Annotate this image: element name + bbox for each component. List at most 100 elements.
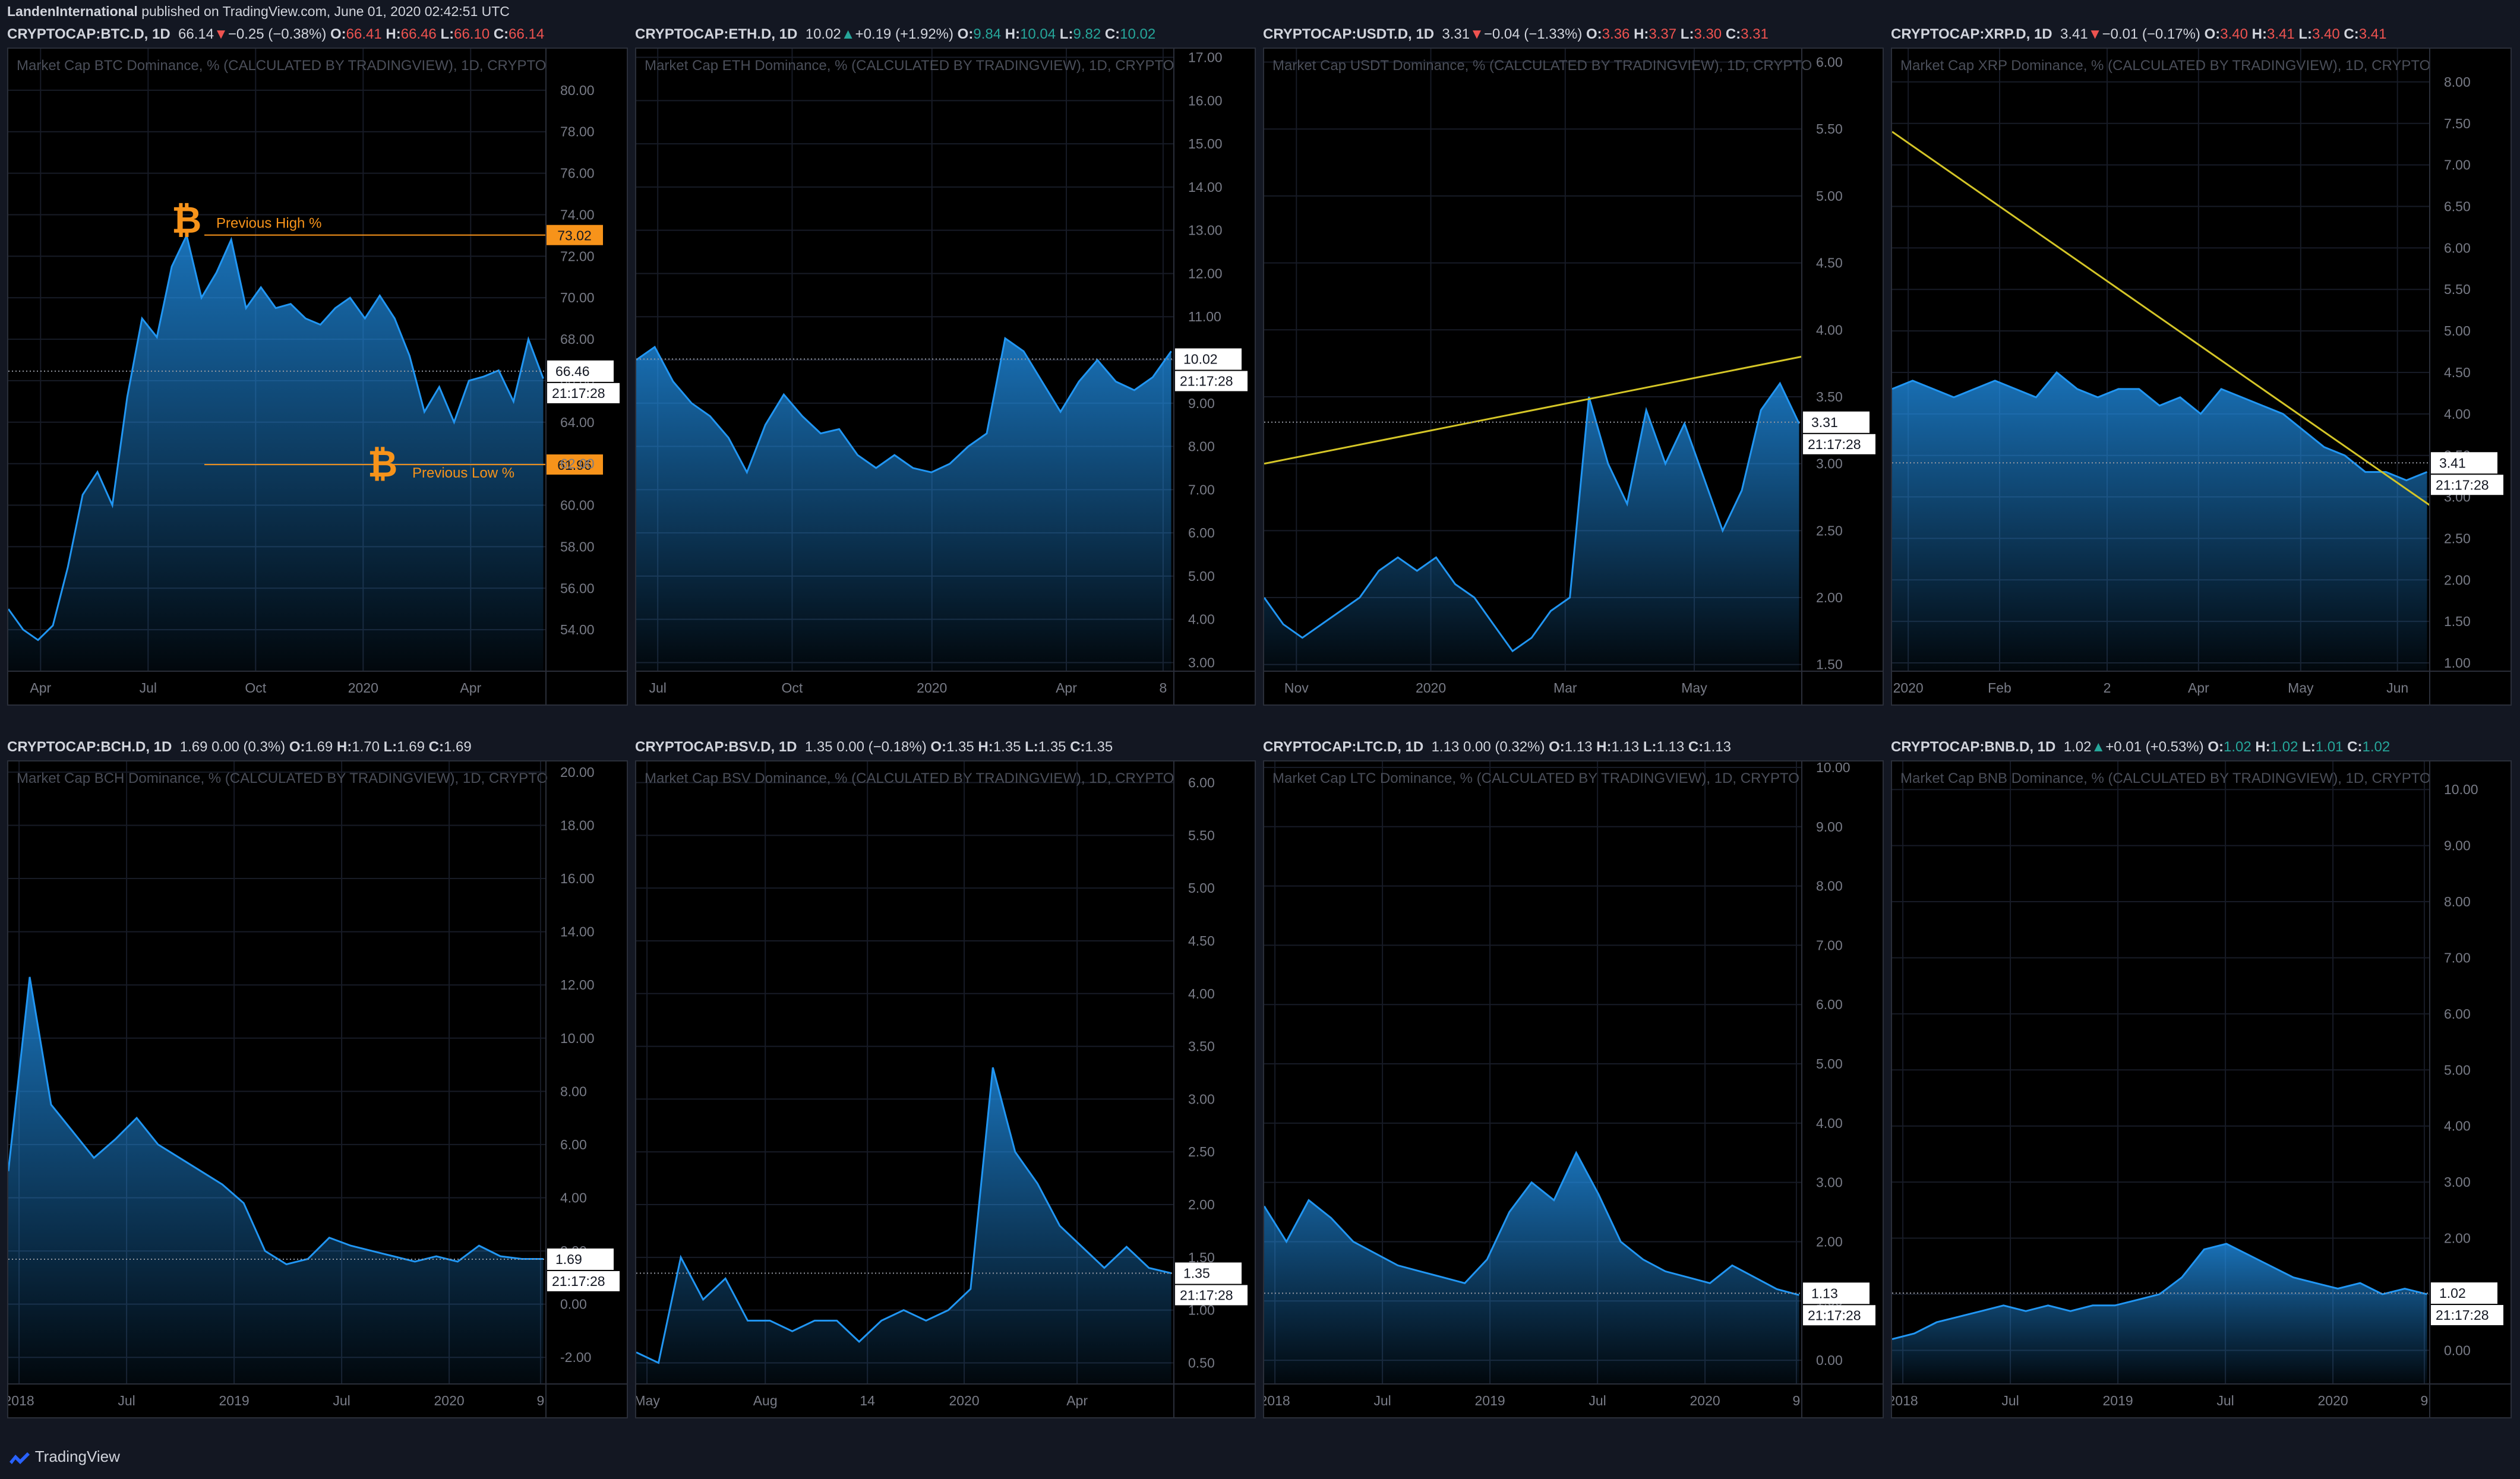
y-tick-label: 10.00 [1816, 761, 1850, 775]
price-tag-value: 1.02 [2439, 1285, 2466, 1301]
chart-area[interactable]: Market Cap USDT Dominance, % (CALCULATED… [1263, 48, 1884, 706]
chart-area[interactable]: Market Cap BNB Dominance, % (CALCULATED … [1891, 760, 2512, 1418]
countdown-value: 21:17:28 [552, 1273, 605, 1289]
y-tick-label: 5.50 [1188, 827, 1215, 843]
brand-name: TradingView [34, 1448, 120, 1465]
x-tick-label: 2020 [2318, 1393, 2348, 1408]
chart-panel[interactable]: CRYPTOCAP:BTC.D, 1D 66.14▼−0.25 (−0.38%)… [7, 21, 628, 706]
x-tick-label: Mar [1553, 680, 1577, 696]
y-tick-label: 6.50 [2444, 198, 2471, 214]
y-tick-label: 6.00 [2444, 240, 2471, 255]
y-tick-label: 20.00 [560, 764, 595, 780]
chart-svg: Market Cap USDT Dominance, % (CALCULATED… [1264, 49, 1883, 704]
y-tick-label: 7.50 [2444, 116, 2471, 131]
symbol-name[interactable]: CRYPTOCAP:ETH.D, 1D [635, 26, 797, 42]
symbol-name[interactable]: CRYPTOCAP:XRP.D, 1D [1891, 26, 2052, 42]
close-value: 1.69 [444, 739, 472, 755]
up-arrow-icon: ▲ [841, 26, 855, 42]
level-label: Previous High % [216, 216, 321, 232]
chart-panel[interactable]: CRYPTOCAP:BNB.D, 1D 1.02▲+0.01 (+0.53%) … [1891, 734, 2512, 1418]
y-tick-label: 8.00 [2444, 894, 2471, 909]
x-tick-label: 2020 [949, 1393, 979, 1408]
chart-panel[interactable]: CRYPTOCAP:XRP.D, 1D 3.41▼−0.01 (−0.17%) … [1891, 21, 2512, 706]
y-tick-label: 3.00 [1188, 655, 1215, 670]
high-value: 3.37 [1649, 26, 1677, 42]
brand-footer[interactable]: TradingView [7, 1445, 120, 1468]
x-tick-label: Apr [460, 680, 481, 696]
chart-panel[interactable]: CRYPTOCAP:USDT.D, 1D 3.31▼−0.04 (−1.33%)… [1263, 21, 1884, 706]
symbol-name[interactable]: CRYPTOCAP:BNB.D, 1D [1891, 739, 2055, 755]
x-tick-label: 2019 [219, 1393, 250, 1408]
y-tick-label: 1.00 [2444, 655, 2471, 671]
y-tick-label: 2.00 [1188, 1197, 1215, 1212]
symbol-name[interactable]: CRYPTOCAP:BSV.D, 1D [635, 739, 797, 755]
y-tick-label: 3.00 [1816, 456, 1843, 472]
chart-area[interactable]: Market Cap BSV Dominance, % (CALCULATED … [635, 760, 1256, 1418]
chart-area[interactable]: Market Cap XRP Dominance, % (CALCULATED … [1891, 48, 2512, 706]
y-tick-label: 5.00 [1816, 188, 1843, 204]
chart-watermark: Market Cap BNB Dominance, % (CALCULATED … [1900, 770, 2431, 786]
chart-area[interactable]: Market Cap BTC Dominance, % (CALCULATED … [7, 48, 628, 706]
chart-area[interactable]: Market Cap BCH Dominance, % (CALCULATED … [7, 760, 628, 1418]
chart-watermark: Market Cap ETH Dominance, % (CALCULATED … [645, 58, 1174, 74]
symbol-name[interactable]: CRYPTOCAP:BCH.D, 1D [7, 739, 172, 755]
x-tick-label: Apr [1056, 680, 1077, 696]
symbol-header: CRYPTOCAP:BSV.D, 1D 1.35 0.00 (−0.18%) O… [635, 739, 1113, 755]
y-tick-label: 8.00 [1188, 439, 1215, 454]
trendline[interactable] [1264, 355, 1802, 465]
close-value: 3.31 [1741, 26, 1769, 42]
y-tick-label: 14.00 [560, 924, 595, 940]
x-tick-label: Nov [1284, 680, 1309, 696]
chart-panel[interactable]: CRYPTOCAP:BCH.D, 1D 1.69 0.00 (0.3%) O:1… [7, 734, 628, 1418]
y-tick-label: -2.00 [560, 1350, 591, 1365]
y-tick-label: 0.00 [2444, 1342, 2471, 1358]
x-tick-label: 9 [1793, 1393, 1801, 1408]
y-tick-label: 6.00 [1188, 775, 1215, 791]
y-tick-label: 6.00 [1816, 997, 1843, 1012]
y-tick-label: 9.00 [1816, 819, 1843, 835]
chart-svg: Market Cap XRP Dominance, % (CALCULATED … [1892, 49, 2510, 704]
chart-panel[interactable]: CRYPTOCAP:BSV.D, 1D 1.35 0.00 (−0.18%) O… [635, 734, 1256, 1418]
chart-area[interactable]: Market Cap LTC Dominance, % (CALCULATED … [1263, 760, 1884, 1418]
y-tick-label: 8.00 [1816, 878, 1843, 894]
chart-panel[interactable]: CRYPTOCAP:LTC.D, 1D 1.13 0.00 (0.32%) O:… [1263, 734, 1884, 1418]
symbol-name[interactable]: CRYPTOCAP:USDT.D, 1D [1263, 26, 1434, 42]
last-price: 66.14 [178, 26, 214, 42]
chart-svg: Market Cap BTC Dominance, % (CALCULATED … [8, 49, 627, 704]
x-tick-label: Jul [2216, 1393, 2234, 1408]
last-price: 1.35 [804, 739, 833, 755]
x-tick-label: Jul [1589, 1393, 1606, 1408]
high-value: 10.04 [1020, 26, 1056, 42]
chart-panel[interactable]: CRYPTOCAP:ETH.D, 1D 10.02▲+0.19 (+1.92%)… [635, 21, 1256, 706]
low-value: 3.30 [1694, 26, 1722, 42]
chart-area[interactable]: Market Cap ETH Dominance, % (CALCULATED … [635, 48, 1256, 706]
author-name[interactable]: LandenInternational [7, 4, 138, 19]
last-price: 3.31 [1442, 26, 1470, 42]
down-arrow-icon: ▼ [214, 26, 228, 42]
price-tag-value: 10.02 [1183, 352, 1218, 367]
close-value: 1.13 [1703, 739, 1731, 755]
y-tick-label: 2.00 [1816, 590, 1843, 605]
level-price-text: 73.02 [557, 228, 592, 244]
down-arrow-icon: ▼ [2088, 26, 2102, 42]
y-tick-label: 5.00 [1816, 1056, 1843, 1072]
x-tick-label: Aug [753, 1393, 778, 1408]
price-tag-value: 3.31 [1811, 415, 1838, 430]
price-change: 0.00 (0.32%) [1463, 739, 1545, 755]
chart-watermark: Market Cap BTC Dominance, % (CALCULATED … [17, 58, 546, 74]
y-tick-label: 2.50 [1188, 1144, 1215, 1159]
y-tick-label: 56.00 [560, 580, 595, 596]
y-tick-label: 64.00 [560, 415, 595, 430]
open-value: 9.84 [973, 26, 1002, 42]
x-tick-label: 8 [1160, 680, 1167, 696]
y-tick-label: 4.00 [1188, 612, 1215, 627]
low-value: 66.10 [454, 26, 490, 42]
x-tick-label: Apr [2188, 680, 2209, 696]
chart-watermark: Market Cap BSV Dominance, % (CALCULATED … [645, 770, 1174, 786]
last-price: 10.02 [805, 26, 841, 42]
symbol-header: CRYPTOCAP:BCH.D, 1D 1.69 0.00 (0.3%) O:1… [7, 739, 472, 755]
symbol-name[interactable]: CRYPTOCAP:LTC.D, 1D [1263, 739, 1423, 755]
x-tick-label: Apr [30, 680, 51, 696]
x-tick-label: 14 [860, 1393, 875, 1408]
symbol-name[interactable]: CRYPTOCAP:BTC.D, 1D [7, 26, 170, 42]
